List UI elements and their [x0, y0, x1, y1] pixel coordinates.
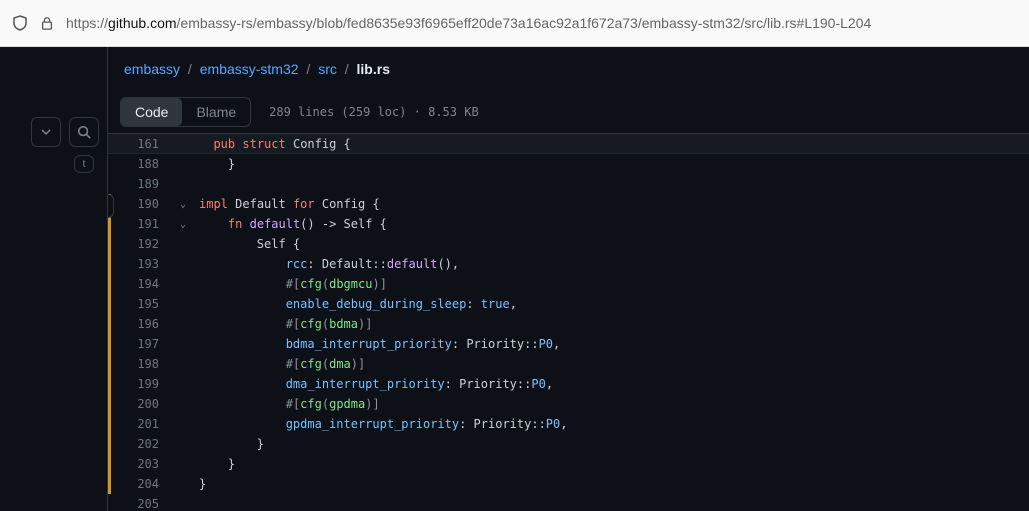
line-number[interactable]: 203: [111, 457, 173, 471]
tab-blame[interactable]: Blame: [182, 98, 250, 126]
left-sidebar: t: [0, 47, 108, 511]
code-line: 205: [108, 494, 1029, 511]
crumb-repo[interactable]: embassy: [124, 61, 180, 77]
fold-icon[interactable]: ⌄: [173, 199, 193, 210]
breadcrumb: embassy / embassy-stm32 / src / lib.rs: [108, 47, 1029, 91]
line-number[interactable]: 193: [111, 257, 173, 271]
url-text[interactable]: https://github.com/embassy-rs/embassy/bl…: [66, 15, 871, 31]
line-number[interactable]: 188: [111, 157, 173, 171]
line-number[interactable]: 199: [111, 377, 173, 391]
file-stats: 289 lines (259 loc) · 8.53 KB: [269, 105, 479, 119]
code-line: 196 #[cfg(bdma)]: [108, 314, 1029, 334]
code-line: 198 #[cfg(dma)]: [108, 354, 1029, 374]
code-line: 191⌄ fn default() -> Self {: [108, 214, 1029, 234]
code-line: 161 pub struct Config {: [108, 134, 1029, 154]
code-line: 195 enable_debug_during_sleep: true,: [108, 294, 1029, 314]
code-line: 188 }: [108, 154, 1029, 174]
browser-url-bar: https://github.com/embassy-rs/embassy/bl…: [0, 0, 1029, 47]
search-icon: [77, 125, 91, 139]
shortcut-t: t: [74, 155, 94, 173]
file-toolbar: Code Blame 289 lines (259 loc) · 8.53 KB: [108, 91, 1029, 134]
code-line: 199 dma_interrupt_priority: Priority::P0…: [108, 374, 1029, 394]
shield-icon: [12, 15, 28, 31]
code-line: 194 #[cfg(dbgmcu)]: [108, 274, 1029, 294]
line-number[interactable]: 204: [111, 477, 173, 491]
code-line: 189: [108, 174, 1029, 194]
code-line: 204}: [108, 474, 1029, 494]
code-line: 202 }: [108, 434, 1029, 454]
lock-icon: [40, 16, 54, 30]
line-number[interactable]: 200: [111, 397, 173, 411]
line-number[interactable]: 194: [111, 277, 173, 291]
code-line: 200 #[cfg(gpdma)]: [108, 394, 1029, 414]
line-number[interactable]: 191: [111, 217, 173, 231]
code-block: ⋯ 161 pub struct Config { 188 } 189 190⌄…: [108, 134, 1029, 511]
file-view: embassy / embassy-stm32 / src / lib.rs C…: [108, 47, 1029, 511]
line-number[interactable]: 190: [111, 197, 173, 211]
line-number[interactable]: 201: [111, 417, 173, 431]
code-line: 203 }: [108, 454, 1029, 474]
search-button[interactable]: [69, 117, 99, 147]
code-line: 193 rcc: Default::default(),: [108, 254, 1029, 274]
crumb-pkg[interactable]: embassy-stm32: [200, 61, 299, 77]
line-number[interactable]: 161: [111, 137, 173, 151]
dropdown-button[interactable]: [31, 117, 61, 147]
line-number[interactable]: 197: [111, 337, 173, 351]
line-number[interactable]: 195: [111, 297, 173, 311]
code-line: 197 bdma_interrupt_priority: Priority::P…: [108, 334, 1029, 354]
fold-icon[interactable]: ⌄: [173, 219, 193, 230]
line-number[interactable]: 198: [111, 357, 173, 371]
crumb-file: lib.rs: [357, 61, 390, 77]
code-line: 201 gpdma_interrupt_priority: Priority::…: [108, 414, 1029, 434]
line-number[interactable]: 202: [111, 437, 173, 451]
code-line: 192 Self {: [108, 234, 1029, 254]
line-number[interactable]: 196: [111, 317, 173, 331]
crumb-dir[interactable]: src: [318, 61, 337, 77]
view-tabs: Code Blame: [120, 97, 251, 127]
line-number[interactable]: 192: [111, 237, 173, 251]
line-number[interactable]: 205: [111, 497, 173, 511]
tab-code[interactable]: Code: [121, 98, 182, 126]
code-line: 190⌄impl Default for Config {: [108, 194, 1029, 214]
overflow-button[interactable]: ⋯: [108, 194, 114, 218]
line-number[interactable]: 189: [111, 177, 173, 191]
